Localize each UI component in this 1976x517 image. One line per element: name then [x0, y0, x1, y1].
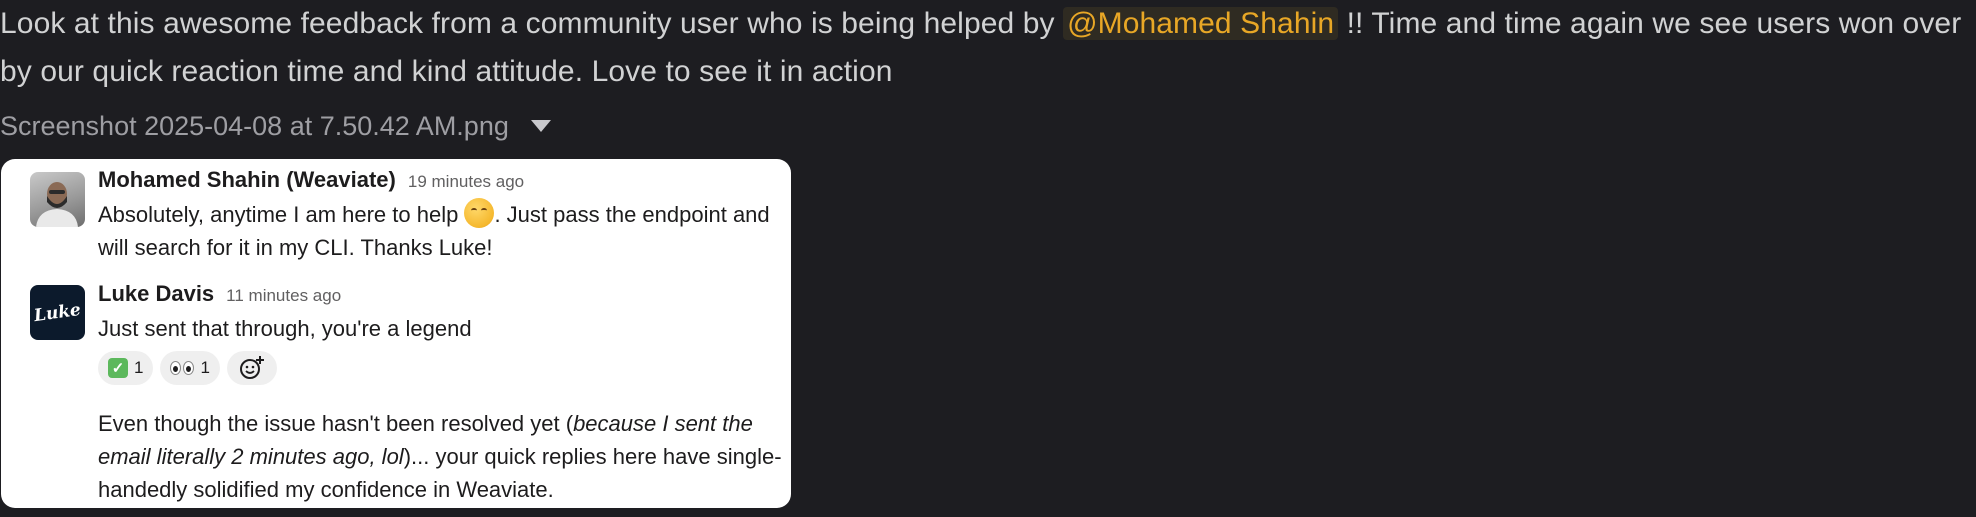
user-mention[interactable]: @Mohamed Shahin — [1063, 7, 1339, 40]
eyes-icon — [170, 361, 195, 375]
caret-down-icon[interactable] — [530, 120, 551, 132]
avatar: Luke — [30, 285, 85, 340]
message-text: will search for it in my CLI. Thanks Luk… — [98, 235, 493, 260]
hugging-face-emoji-icon — [464, 198, 495, 228]
timestamp[interactable]: 11 minutes ago — [226, 286, 341, 306]
message-header: Mohamed Shahin (Weaviate) 19 minutes ago — [98, 167, 524, 193]
attachment-filename[interactable]: Screenshot 2025-04-08 at 7.50.42 AM.png — [0, 111, 509, 142]
attachment-header[interactable]: Screenshot 2025-04-08 at 7.50.42 AM.png — [0, 106, 551, 146]
reaction-check[interactable]: ✓ 1 — [98, 351, 154, 385]
attached-screenshot[interactable]: Mohamed Shahin (Weaviate) 19 minutes ago… — [1, 159, 791, 508]
message-text: Look at this awesome feedback from a com… — [0, 0, 1976, 96]
reactions-bar: ✓ 1 1 — [98, 351, 277, 385]
message-text: Just sent that through, you're a legend — [98, 316, 472, 341]
message-body: Even though the issue hasn't been resolv… — [98, 407, 791, 506]
message-text: Even though the issue hasn't been resolv… — [98, 411, 574, 436]
add-reaction-button[interactable] — [226, 351, 277, 385]
message-text: . Just pass the endpoint and — [494, 202, 770, 227]
add-emoji-icon — [239, 356, 264, 379]
reaction-eyes[interactable]: 1 — [160, 351, 220, 385]
author-name[interactable]: Luke Davis — [98, 281, 214, 307]
message-header: Luke Davis 11 minutes ago — [98, 281, 341, 307]
reaction-count: 1 — [200, 358, 210, 377]
message-body: Absolutely, anytime I am here to help . … — [98, 198, 791, 264]
avatar — [30, 172, 85, 227]
timestamp[interactable]: 19 minutes ago — [408, 172, 524, 192]
message-text: Absolutely, anytime I am here to help — [98, 202, 465, 227]
avatar-logo-text: Luke — [32, 299, 83, 326]
reaction-count: 1 — [134, 358, 144, 377]
message-text-start: Look at this awesome feedback from a com… — [0, 7, 1064, 40]
person-photo-icon — [36, 182, 78, 227]
white-check-mark-icon: ✓ — [108, 358, 128, 378]
author-name[interactable]: Mohamed Shahin (Weaviate) — [98, 167, 396, 193]
